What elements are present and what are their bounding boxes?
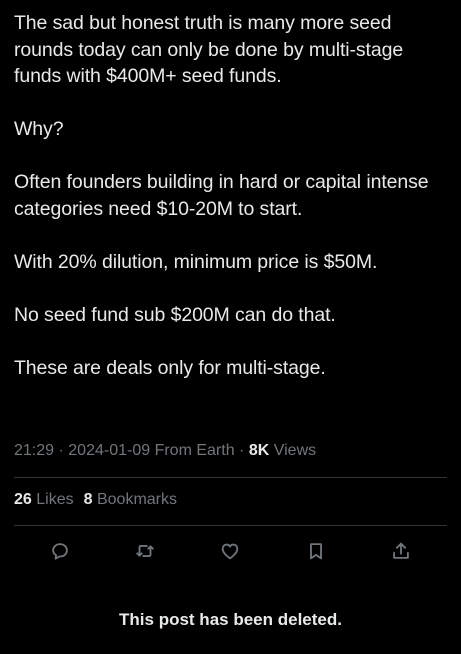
likes-label: Likes — [36, 491, 74, 508]
post-paragraph: No seed fund sub $200M can do that. — [14, 303, 336, 326]
post-time: 21:29 — [14, 442, 55, 459]
post-body: The sad but honest truth is many more se… — [14, 10, 454, 381]
likes-count: 26 — [14, 491, 32, 508]
post-paragraph: Often founders building in hard or capit… — [14, 171, 429, 220]
likes-stat[interactable]: 26 Likes — [14, 491, 74, 508]
share-button[interactable] — [387, 537, 415, 565]
engagement-stats: 26 Likes 8 Bookmarks — [14, 489, 177, 511]
views-count: 8K — [248, 442, 270, 459]
repost-icon — [136, 545, 154, 557]
post-paragraph: These are deals only for multi-stage. — [14, 356, 326, 379]
divider — [14, 477, 447, 478]
bookmarks-stat[interactable]: 8 Bookmarks — [84, 491, 177, 508]
post-paragraph: With 20% dilution, minimum price is $50M… — [14, 250, 378, 273]
like-icon — [221, 543, 239, 560]
share-icon — [393, 542, 409, 559]
post-paragraph: Why? — [14, 118, 64, 140]
post-source: From Earth — [154, 442, 235, 459]
bookmarks-label: Bookmarks — [96, 491, 177, 508]
post-date: 2024-01-09 — [68, 442, 151, 459]
post-paragraph: The sad but honest truth is many more se… — [14, 12, 404, 87]
reply-button[interactable] — [46, 537, 74, 565]
reply-icon — [52, 543, 68, 560]
post-detail: The sad but honest truth is many more se… — [0, 0, 461, 654]
deleted-post-notice: This post has been deleted. — [119, 610, 342, 629]
meta-separator: · — [239, 442, 245, 459]
views-stat[interactable]: 8K Views — [249, 442, 316, 459]
action-bar — [0, 537, 461, 565]
post-metadata: 21:29 · 2024-01-09 From Earth · 8K Views — [14, 440, 316, 462]
post-timestamp[interactable]: 21:29 · 2024-01-09 — [14, 442, 150, 459]
repost-button[interactable] — [131, 537, 159, 565]
bookmark-icon — [310, 543, 322, 560]
like-button[interactable] — [216, 537, 244, 565]
bookmarks-count: 8 — [83, 491, 93, 508]
divider — [14, 525, 447, 526]
views-label: Views — [273, 442, 317, 459]
meta-separator: · — [58, 442, 64, 459]
bookmark-button[interactable] — [302, 537, 330, 565]
